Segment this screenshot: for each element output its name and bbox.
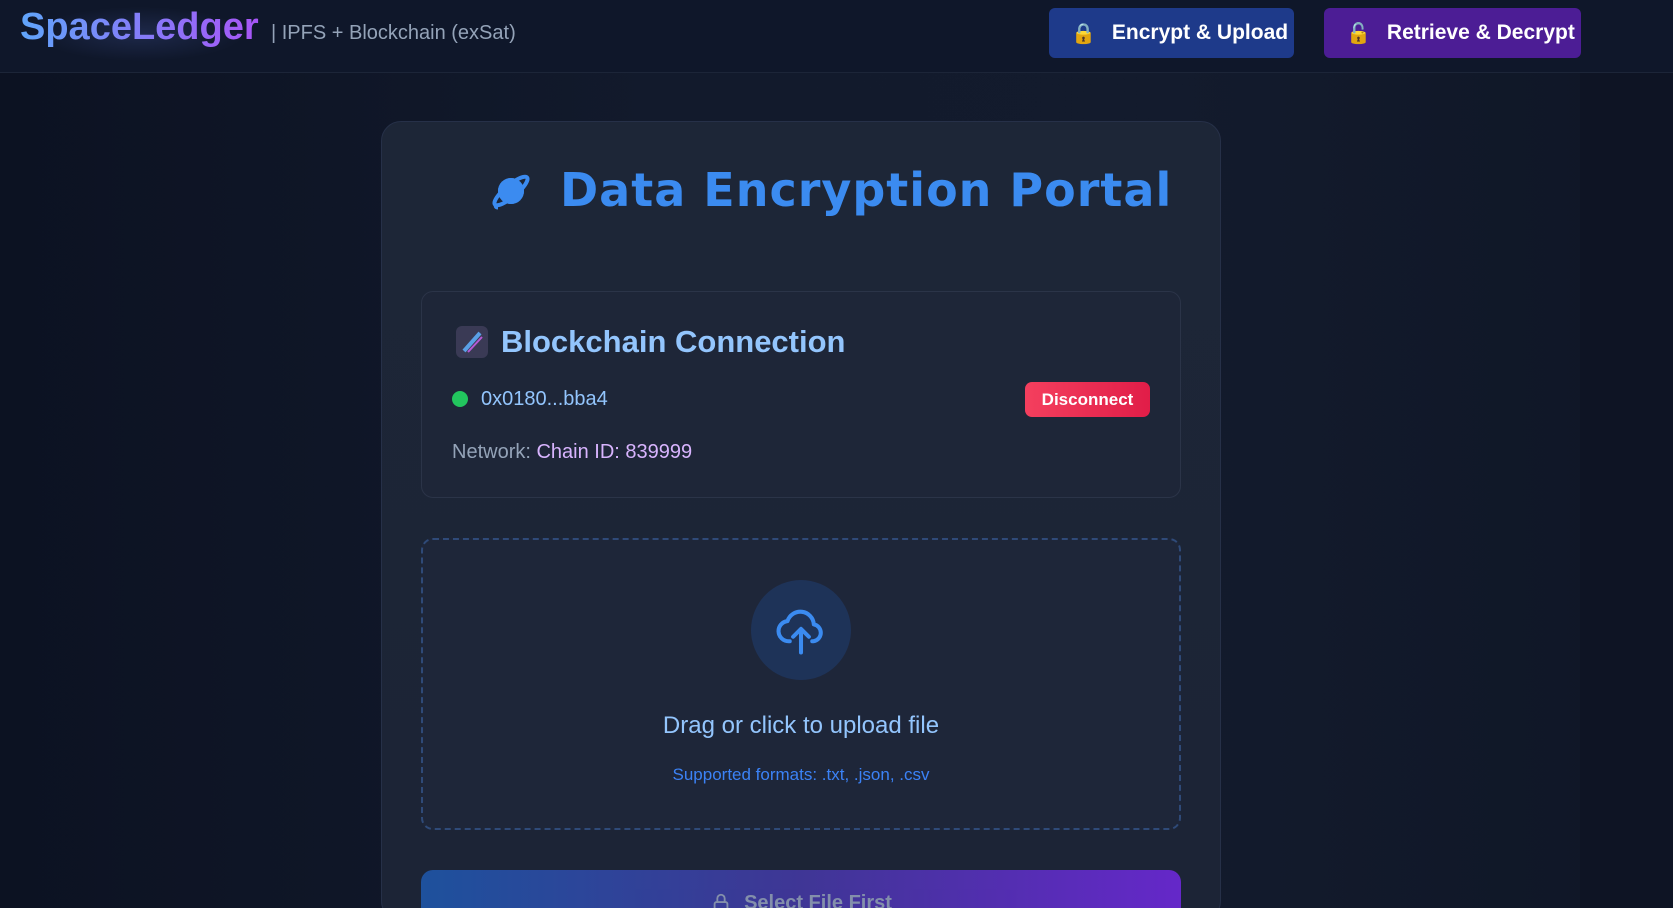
side-gutter — [1580, 73, 1673, 908]
brand-tagline: | IPFS + Blockchain (exSat) — [271, 22, 516, 44]
network-value: Chain ID: 839999 — [536, 441, 693, 463]
top-navbar: SpaceLedger | IPFS + Blockchain (exSat) … — [0, 0, 1673, 73]
connection-status-dot — [452, 391, 468, 407]
supported-formats: Supported formats: .txt, .json, .csv — [672, 765, 930, 784]
submit-button[interactable]: Select File First — [421, 870, 1181, 908]
upload-icon-circle[interactable] — [751, 580, 851, 680]
satellite-icon — [456, 326, 488, 358]
planet-icon — [492, 174, 530, 210]
drop-zone-title: Drag or click to upload file — [662, 712, 940, 739]
retrieve-decrypt-button[interactable]: 🔓 Retrieve & Decrypt — [1324, 8, 1581, 58]
submit-label: Select File First — [744, 892, 892, 908]
retrieve-decrypt-label: Retrieve & Decrypt — [1386, 21, 1575, 44]
lock-icon — [710, 892, 732, 908]
encrypt-upload-button[interactable]: 🔒 Encrypt & Upload — [1049, 8, 1294, 58]
encrypt-upload-label: Encrypt & Upload — [1111, 21, 1289, 44]
brand-logo[interactable]: SpaceLedger — [20, 6, 259, 49]
network-info: Network: Chain ID: 839999 — [452, 441, 692, 464]
connection-title: Blockchain Connection — [501, 324, 846, 359]
wallet-address: 0x0180...bba4 — [481, 388, 608, 410]
unlock-icon: 🔓 — [1346, 22, 1371, 45]
network-label: Network: — [452, 441, 531, 463]
lock-icon: 🔒 — [1071, 22, 1096, 45]
page-title: Data Encryption Portal — [560, 163, 1173, 217]
disconnect-button[interactable]: Disconnect — [1025, 382, 1150, 417]
cloud-upload-icon — [776, 609, 823, 655]
